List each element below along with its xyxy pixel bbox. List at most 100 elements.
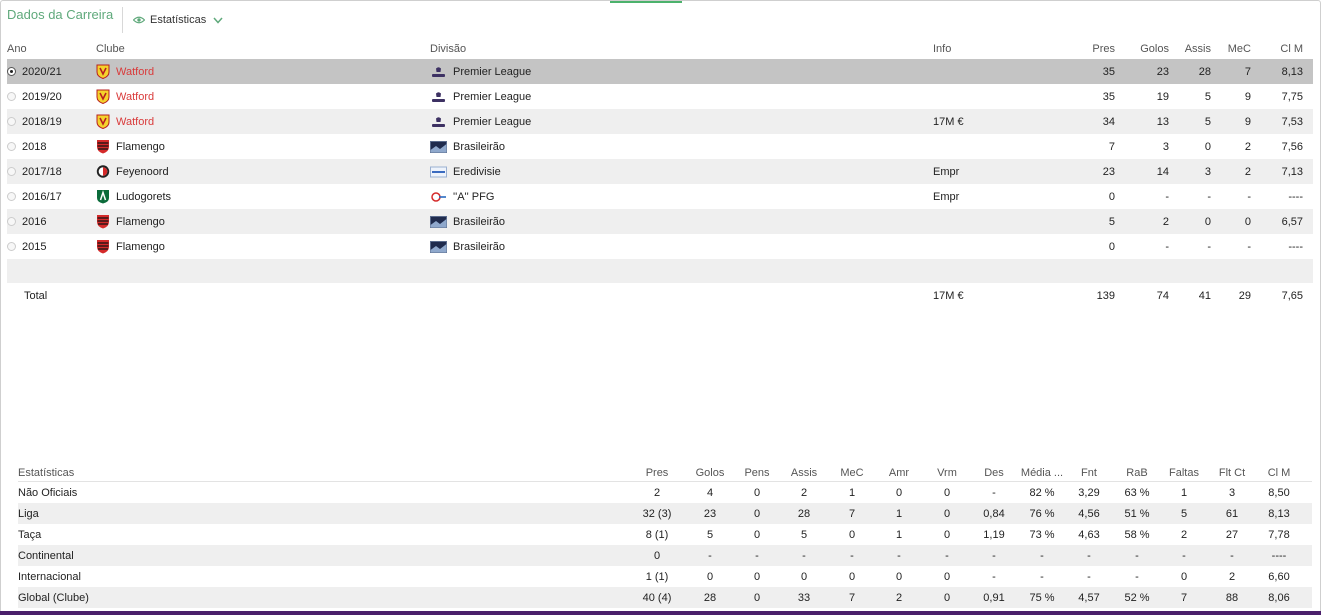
cim-cell: ----	[1288, 190, 1303, 203]
stats-pens-cell: 0	[753, 507, 761, 520]
stats-col-cim-header[interactable]: Cl M	[1256, 464, 1302, 481]
stats-row-label: Taça	[18, 528, 42, 541]
row-radio-button[interactable]	[7, 167, 16, 176]
info-cell	[933, 234, 1053, 259]
stats-cim-cell: 8,06	[1268, 591, 1290, 604]
assis-cell: 0	[1204, 215, 1211, 228]
career-empty-row	[7, 259, 1313, 283]
row-radio-button[interactable]	[7, 117, 16, 126]
stats-media-cell: 73 %	[1029, 528, 1055, 541]
division-name-link[interactable]: Premier League	[453, 91, 531, 103]
stats-mec-cell: -	[850, 549, 854, 562]
stats-col-fltct-header[interactable]: Flt Ct	[1209, 464, 1255, 481]
row-radio-button[interactable]	[7, 242, 16, 251]
row-radio-button[interactable]	[7, 142, 16, 151]
stats-assis-cell: 0	[800, 570, 808, 583]
stats-col-pens-header[interactable]: Pens	[734, 464, 780, 481]
club-name-link[interactable]: Flamengo	[116, 216, 165, 228]
division-name-link[interactable]: Brasileirão	[453, 216, 505, 228]
stats-col-assis-header[interactable]: Assis	[781, 464, 827, 481]
stats-col-amr-header[interactable]: Amr	[876, 464, 922, 481]
col-cim-header[interactable]: Cl M	[1255, 39, 1303, 59]
season-label: 2016	[22, 215, 47, 228]
division-name-link[interactable]: ''A'' PFG	[453, 191, 494, 203]
stats-des-cell: -	[992, 570, 996, 583]
stats-col-fnt-header[interactable]: Fnt	[1066, 464, 1112, 481]
stats-faltas-cell: 5	[1180, 507, 1188, 520]
season-label: 2020/21	[22, 65, 62, 78]
col-golos-header[interactable]: Golos	[1119, 39, 1169, 59]
career-row[interactable]: 2020/21 Watford Premier League 35 23 28 7 8,13	[7, 59, 1313, 84]
col-info-header[interactable]: Info	[933, 39, 1053, 59]
club-name-link[interactable]: Feyenoord	[116, 166, 169, 178]
division-name-link[interactable]: Premier League	[453, 116, 531, 128]
stats-col-pres-header[interactable]: Pres	[634, 464, 680, 481]
info-cell	[933, 59, 1053, 84]
col-divisao-header[interactable]: Divisão	[430, 39, 930, 59]
stats-vrm-cell: 0	[943, 486, 951, 499]
club-cell: Watford	[96, 84, 426, 109]
col-pres-header[interactable]: Pres	[1057, 39, 1115, 59]
stats-col-golos-header[interactable]: Golos	[687, 464, 733, 481]
mec-cell: -	[1247, 190, 1251, 203]
season-cell: 2016	[7, 209, 93, 234]
club-name-link[interactable]: Flamengo	[116, 141, 165, 153]
assis-cell: 5	[1204, 115, 1211, 128]
stats-col-des-header[interactable]: Des	[971, 464, 1017, 481]
stats-col-mec-header[interactable]: MeC	[829, 464, 875, 481]
stats-fnt-cell: 3,29	[1078, 486, 1100, 499]
club-name-link[interactable]: Watford	[116, 66, 154, 78]
club-name-link[interactable]: Flamengo	[116, 241, 165, 253]
col-assis-header[interactable]: Assis	[1173, 39, 1211, 59]
division-name-link[interactable]: Brasileirão	[453, 141, 505, 153]
career-table-body: 2020/21 Watford Premier League 35 23 28 7 8,13 2…	[7, 59, 1313, 259]
division-name-link[interactable]: Premier League	[453, 66, 531, 78]
stats-vrm-cell: 0	[943, 570, 951, 583]
club-cell: Watford	[96, 59, 426, 84]
stats-mec-cell: 0	[848, 570, 856, 583]
club-name-link[interactable]: Ludogorets	[116, 191, 171, 203]
stats-des-cell: 0,84	[983, 507, 1005, 520]
career-row[interactable]: 2018 Flamengo Brasileirão 7 3 0 2 7,56	[7, 134, 1313, 159]
competition-logo-icon	[430, 240, 447, 253]
col-ano-header[interactable]: Ano	[7, 39, 93, 59]
career-row[interactable]: 2019/20 Watford Premier League 35 19 5 9 7,75	[7, 84, 1313, 109]
pres-cell: 7	[1108, 140, 1115, 153]
mec-cell: 2	[1244, 140, 1251, 153]
mec-cell: -	[1247, 240, 1251, 253]
career-panel: Dados da Carreira Estatísticas Ano Clube…	[0, 0, 1321, 615]
view-selector-dropdown[interactable]: Estatísticas	[133, 14, 223, 26]
career-row[interactable]: 2015 Flamengo Brasileirão 0- - - ----	[7, 234, 1313, 259]
golos-cell: 23	[1156, 65, 1169, 78]
career-row[interactable]: 2016/17 Ludogorets ''A'' PFG Empr 0- - - ----	[7, 184, 1313, 209]
row-radio-button[interactable]	[7, 92, 16, 101]
stats-col-faltas-header[interactable]: Faltas	[1161, 464, 1207, 481]
career-table: Ano Clube Divisão Info Pres Golos Assis …	[7, 39, 1313, 309]
career-row[interactable]: 2016 Flamengo Brasileirão 5 2 0 0 6,57	[7, 209, 1313, 234]
info-cell: Empr	[933, 190, 960, 203]
row-radio-button[interactable]	[7, 217, 16, 226]
division-name-link[interactable]: Brasileirão	[453, 241, 505, 253]
career-row[interactable]: 2017/18 Feyenoord Eredivisie Empr 23 14 3 2 7,13	[7, 159, 1313, 184]
stats-col-media-header[interactable]: Média ...	[1019, 464, 1065, 481]
col-mec-header[interactable]: MeC	[1215, 39, 1251, 59]
club-name-link[interactable]: Watford	[116, 91, 154, 103]
career-row[interactable]: 2018/19 Watford Premier League 17M € 34 13 5 9 7…	[7, 109, 1313, 134]
stats-cim-cell: 6,60	[1268, 570, 1290, 583]
col-clube-header[interactable]: Clube	[96, 39, 426, 59]
assis-cell: 5	[1204, 90, 1211, 103]
stats-col-rab-header[interactable]: RaB	[1114, 464, 1160, 481]
club-cell: Feyenoord	[96, 159, 426, 184]
stats-assis-cell: 2	[800, 486, 808, 499]
division-cell: Brasileirão	[430, 134, 930, 159]
stats-faltas-cell: 0	[1180, 570, 1188, 583]
row-radio-button[interactable]	[7, 67, 16, 76]
row-radio-button[interactable]	[7, 192, 16, 201]
club-name-link[interactable]: Watford	[116, 116, 154, 128]
division-cell: Brasileirão	[430, 234, 930, 259]
division-name-link[interactable]: Eredivisie	[453, 166, 501, 178]
stats-amr-cell: 1	[895, 528, 903, 541]
stats-col-vrm-header[interactable]: Vrm	[924, 464, 970, 481]
club-badge-icon	[96, 189, 110, 204]
division-cell: Premier League	[430, 84, 930, 109]
